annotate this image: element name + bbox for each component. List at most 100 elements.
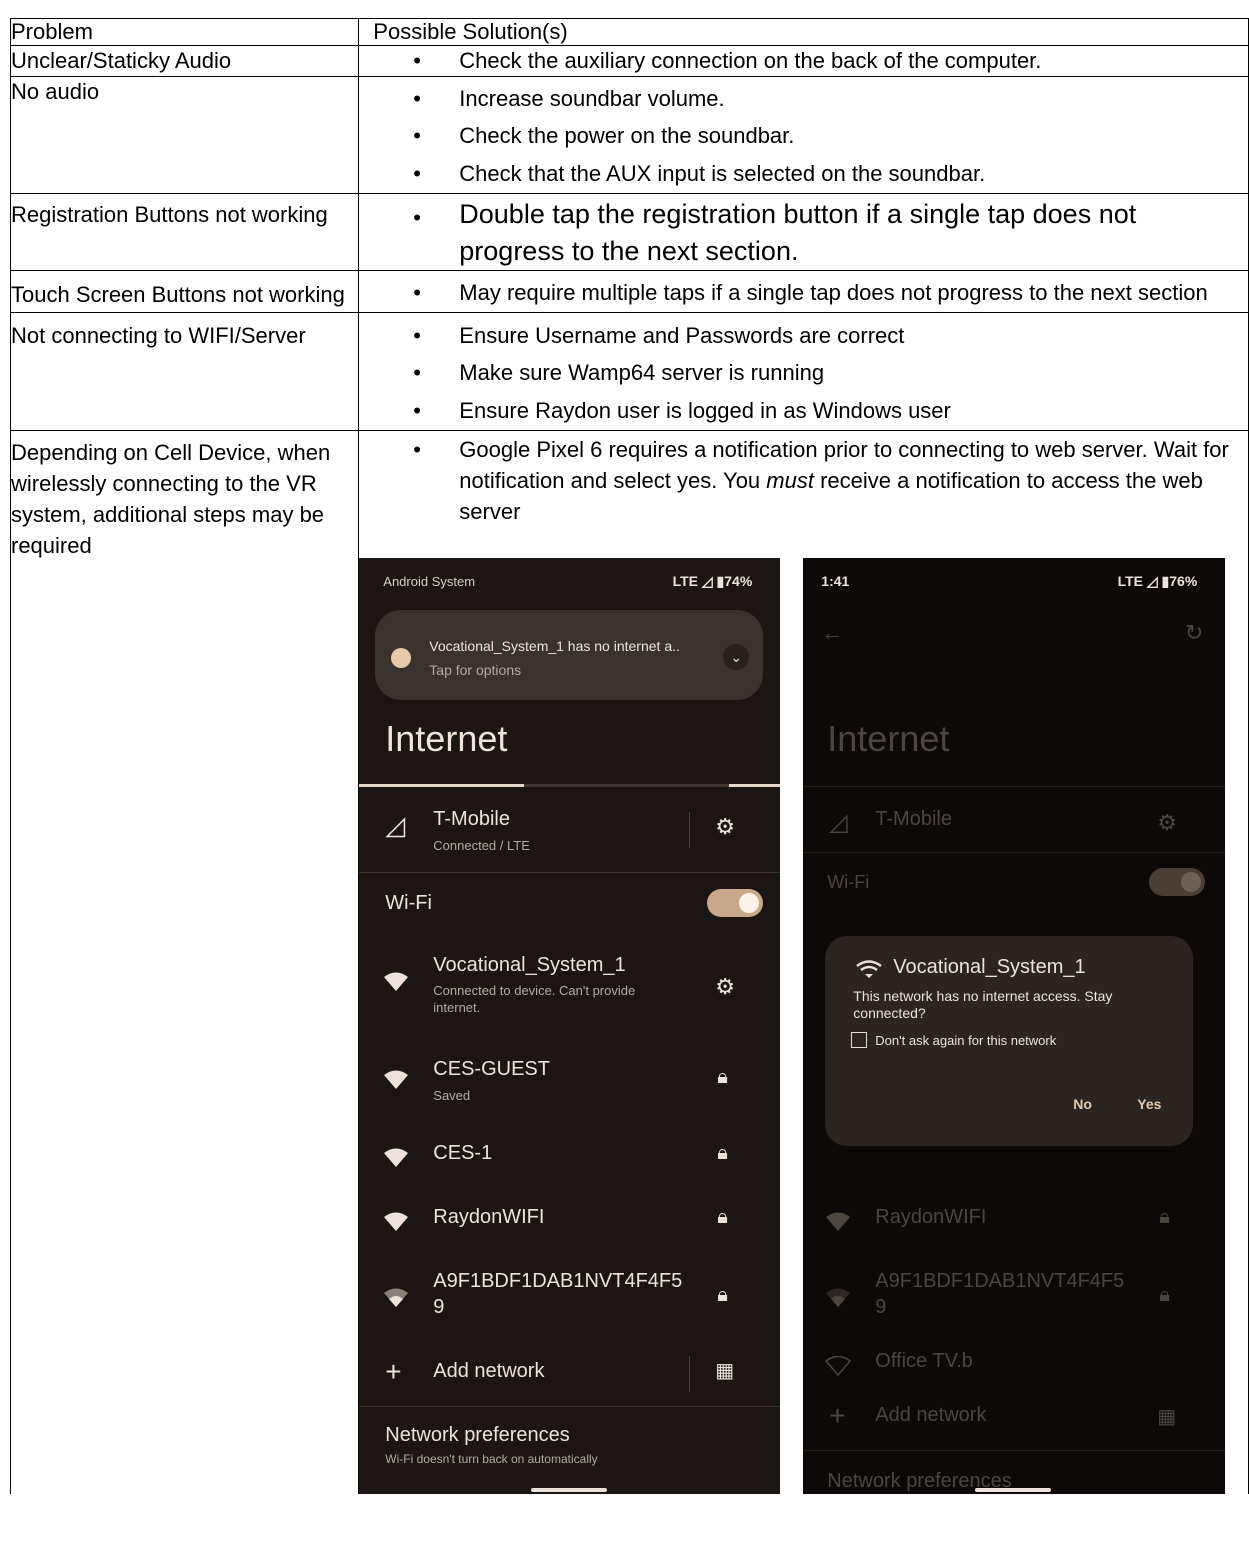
carrier-name[interactable]: T-Mobile	[433, 808, 510, 831]
chevron-down-icon[interactable]: ⌄	[723, 644, 750, 670]
solution-item: Increase soundbar volume.	[359, 80, 1248, 117]
lock-icon: 🔒︎	[717, 1142, 728, 1164]
dont-ask-checkbox[interactable]: Don't ask again for this network	[851, 1032, 1056, 1048]
network-preferences[interactable]: Network preferences	[385, 1424, 570, 1447]
solution-item: Check the power on the soundbar.	[359, 117, 1248, 155]
notification-subtitle: Tap for options	[429, 662, 522, 678]
solution-cell: Ensure Username and Passwords are correc…	[358, 312, 1249, 431]
no-internet-dialog: Vocational_System_1 This network has no …	[825, 936, 1194, 1146]
page-title: Internet	[385, 718, 508, 759]
home-indicator	[975, 1488, 1052, 1492]
table-row: Registration Buttons not working Double …	[9, 193, 1249, 271]
no-button[interactable]: No	[1073, 1096, 1092, 1112]
wifi-icon	[856, 960, 883, 978]
wifi-icon	[384, 1212, 409, 1231]
qr-code-icon[interactable]: ▦	[715, 1358, 734, 1383]
solution-cell: Check the auxiliary connection on the ba…	[358, 45, 1249, 77]
progress-indicator-end	[729, 784, 781, 787]
table-row: Not connecting to WIFI/Server Ensure Use…	[9, 312, 1249, 431]
solution-cell: May require multiple taps if a single ta…	[358, 270, 1249, 313]
table-row: Depending on Cell Device, when wirelessl…	[9, 430, 1249, 1494]
checkbox-label: Don't ask again for this network	[875, 1033, 1057, 1048]
solution-item: May require multiple taps if a single ta…	[359, 275, 1248, 310]
wifi-label: Wi-Fi	[385, 892, 432, 914]
separator	[359, 1406, 781, 1407]
troubleshooting-table: Problem Possible Solution(s) Unclear/Sta…	[9, 18, 1249, 1494]
lock-icon: 🔒︎	[1159, 1206, 1170, 1228]
lock-icon: 🔒︎	[717, 1206, 728, 1228]
add-network-button[interactable]: Add network	[433, 1360, 544, 1383]
solution-item: Ensure Username and Passwords are correc…	[359, 317, 1248, 354]
problem-cell: No audio	[9, 76, 360, 194]
network-name[interactable]: CES-GUEST	[433, 1058, 550, 1081]
solution-item: Make sure Wamp64 server is running	[359, 354, 1248, 392]
header-row: Problem Possible Solution(s)	[9, 18, 1249, 46]
qr-code-icon: ▦	[1157, 1406, 1177, 1428]
wifi-outline-icon	[825, 1356, 852, 1376]
solution-item: Ensure Raydon user is logged in as Windo…	[359, 392, 1248, 430]
status-indicators: LTE ◿ ▮76%	[1117, 573, 1198, 589]
problem-cell: Unclear/Staticky Audio	[9, 45, 360, 77]
phone-screenshot-notification: Android System LTE ◿ ▮74% Vocational_Sys…	[359, 558, 781, 1494]
solution-header: Possible Solution(s)	[358, 18, 1249, 46]
status-app: Android System	[383, 574, 476, 589]
progress-indicator	[359, 784, 525, 787]
table-row: Touch Screen Buttons not working May req…	[9, 270, 1249, 313]
network-name[interactable]: Vocational_System_1	[433, 954, 625, 977]
problem-cell: Not connecting to WIFI/Server	[9, 312, 360, 431]
notification-app-icon	[391, 648, 412, 668]
status-indicators: LTE ◿ ▮74%	[672, 573, 753, 589]
signal-icon: ◿	[829, 809, 848, 836]
carrier-status: Connected / LTE	[433, 838, 530, 853]
lock-icon: 🔒︎	[717, 1066, 728, 1088]
network-name[interactable]: CES-1	[433, 1142, 492, 1165]
signal-icon: ◿	[385, 810, 406, 840]
solution-item: Double tap the registration button if a …	[359, 196, 1248, 270]
separator	[803, 786, 1226, 787]
network-name[interactable]: A9F1BDF1DAB1NVT4F4F5	[433, 1270, 682, 1293]
problem-cell: Depending on Cell Device, when wirelessl…	[9, 430, 360, 1494]
wifi-icon	[826, 1212, 851, 1231]
solution-cell: Google Pixel 6 requires a notification p…	[358, 430, 1249, 1494]
gear-icon: ⚙	[1157, 810, 1178, 835]
wifi-warning-icon	[384, 972, 409, 991]
network-name: A9F1BDF1DAB1NVT4F4F5	[875, 1270, 1125, 1292]
carrier-name: T-Mobile	[875, 808, 952, 830]
wifi-weak-icon	[826, 1288, 851, 1307]
wifi-toggle[interactable]	[707, 889, 764, 917]
network-name: Office TV.b	[875, 1350, 973, 1372]
lock-icon: 🔒︎	[717, 1284, 728, 1306]
back-arrow-icon[interactable]: ←	[821, 620, 843, 646]
solution-emphasis: must	[766, 468, 814, 493]
table-row: Unclear/Staticky Audio Check the auxilia…	[9, 45, 1249, 77]
add-network-button: Add network	[875, 1404, 987, 1426]
home-indicator	[531, 1488, 608, 1492]
wifi-toggle	[1149, 868, 1206, 896]
network-status: Saved	[433, 1088, 471, 1103]
phone-screenshot-dialog: 1:41 LTE ◿ ▮76% ← ↻ Internet ◿ T-Mobile …	[803, 558, 1226, 1494]
status-time: 1:41	[821, 573, 850, 589]
notification-card[interactable]: Vocational_System_1 has no internet a.. …	[375, 610, 764, 700]
refresh-icon[interactable]: ↻	[1185, 620, 1203, 646]
dialog-title: Vocational_System_1	[893, 956, 1086, 978]
gear-icon[interactable]: ⚙	[715, 974, 735, 1000]
wifi-label: Wi-Fi	[827, 872, 870, 892]
plus-icon: +	[829, 1400, 846, 1431]
yes-button[interactable]: Yes	[1137, 1096, 1161, 1112]
network-name[interactable]: RaydonWIFI	[433, 1206, 544, 1229]
solution-cell: Double tap the registration button if a …	[358, 193, 1249, 271]
checkbox-icon[interactable]	[851, 1032, 868, 1048]
plus-icon: +	[385, 1356, 402, 1387]
phone-screenshots: Android System LTE ◿ ▮74% Vocational_Sys…	[359, 558, 1248, 1494]
gear-icon[interactable]: ⚙	[715, 814, 735, 840]
solution-cell: Increase soundbar volume. Check the powe…	[358, 76, 1249, 194]
wifi-icon	[384, 1148, 409, 1167]
wifi-weak-icon	[384, 1288, 409, 1307]
network-name-cont: 9	[875, 1296, 887, 1318]
divider	[689, 812, 691, 848]
solution-item: Check the auxiliary connection on the ba…	[359, 46, 1248, 76]
network-status: Connected to device. Can't provide inter…	[433, 983, 636, 1015]
page-title: Internet	[827, 718, 950, 759]
separator	[803, 852, 1226, 853]
wifi-icon	[384, 1070, 409, 1089]
